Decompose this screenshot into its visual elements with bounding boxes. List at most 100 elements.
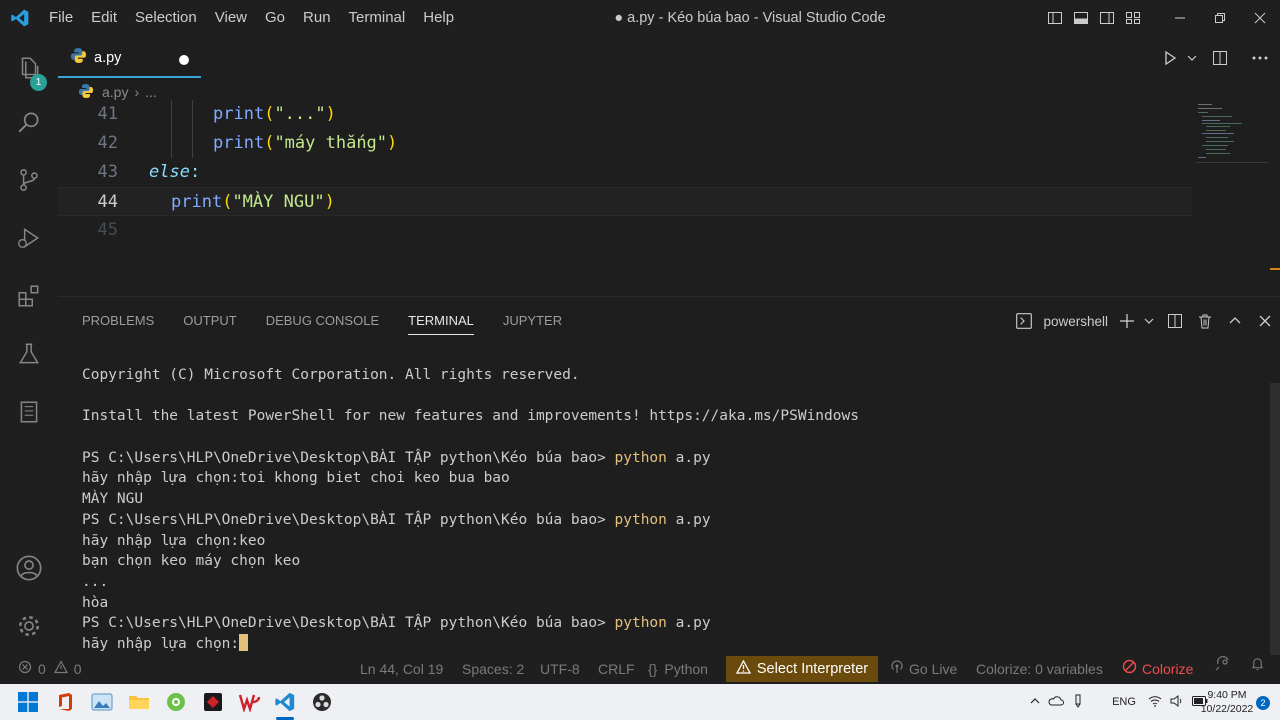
volume-icon[interactable] — [1166, 694, 1188, 710]
menu-help[interactable]: Help — [414, 0, 463, 36]
toggle-panel-icon[interactable] — [1068, 0, 1094, 36]
run-options-chevron-down-icon[interactable] — [1184, 36, 1200, 80]
extensions-icon[interactable] — [0, 272, 58, 320]
green-app-icon[interactable] — [164, 690, 188, 714]
menu-go[interactable]: Go — [256, 0, 294, 36]
red-app-icon[interactable] — [201, 690, 225, 714]
settings-gear-icon[interactable] — [0, 602, 58, 650]
terminal-line: Copyright (C) Microsoft Corporation. All… — [82, 367, 580, 383]
language-indicator[interactable]: ENG — [1104, 696, 1144, 708]
terminal-shell-name[interactable]: powershell — [1043, 314, 1108, 329]
encoding[interactable]: UTF-8 — [540, 656, 580, 682]
taskbar-clock[interactable]: 9:40 PM 10/22/2022 — [1196, 688, 1258, 716]
source-control-icon[interactable] — [0, 156, 58, 204]
tab-output[interactable]: OUTPUT — [183, 309, 236, 335]
wps-office-icon[interactable] — [238, 690, 262, 714]
code-editor[interactable]: 41 print("...") 42 print("máy thắng") 43… — [58, 100, 1198, 290]
vscode-taskbar-icon[interactable] — [273, 690, 297, 714]
tab-jupyter[interactable]: JUPYTER — [503, 309, 562, 335]
cursor-position[interactable]: Ln 44, Col 19 — [360, 656, 443, 682]
colorize-variables[interactable]: Colorize: 0 variables — [976, 656, 1103, 682]
testing-flask-icon[interactable] — [0, 330, 58, 378]
terminal-scrollbar[interactable] — [1270, 383, 1280, 655]
new-terminal-plus-icon[interactable] — [1116, 307, 1138, 335]
close-window-icon[interactable] — [1240, 0, 1280, 36]
explorer-icon[interactable]: 1 — [0, 44, 58, 92]
onedrive-icon[interactable] — [1046, 695, 1066, 710]
terminal-line: MÀY NGU — [82, 491, 144, 508]
file-explorer-icon[interactable] — [127, 690, 151, 714]
terminal-line: bạn chọn keo máy chọn keo — [82, 553, 301, 570]
code-token: print — [171, 192, 223, 212]
breadcrumb-symbol[interactable]: ... — [145, 84, 157, 100]
unsaved-dot-icon[interactable] — [179, 55, 189, 65]
notebook-icon[interactable] — [0, 388, 58, 436]
tab-debug-console[interactable]: DEBUG CONSOLE — [266, 309, 379, 335]
terminal-dropdown-chevron-down-icon[interactable] — [1138, 307, 1160, 335]
select-interpreter-button[interactable]: Select Interpreter — [726, 656, 878, 682]
error-count: 0 — [38, 661, 46, 677]
office-icon[interactable] — [53, 690, 77, 714]
obs-icon[interactable] — [310, 690, 334, 714]
tab-label: a.py — [94, 50, 122, 66]
terminal-arg: a.py — [666, 615, 711, 632]
pen-icon[interactable] — [1066, 694, 1090, 711]
clock-time: 9:40 PM — [1207, 689, 1247, 701]
breadcrumb-file[interactable]: a.py — [102, 84, 128, 100]
terminal-shell-icon[interactable] — [1009, 307, 1039, 335]
code-token: "..." — [274, 104, 326, 124]
tab-problems[interactable]: PROBLEMS — [82, 309, 154, 335]
menu-terminal[interactable]: Terminal — [340, 0, 415, 36]
photos-icon[interactable] — [90, 690, 114, 714]
breadcrumb: a.py › ... — [78, 82, 157, 102]
terminal-cursor — [239, 633, 249, 651]
windows-start-icon[interactable] — [16, 690, 40, 714]
code-token: ) — [325, 104, 336, 124]
tab-terminal[interactable]: TERMINAL — [408, 309, 474, 335]
feedback-icon[interactable] — [1214, 656, 1230, 672]
customize-layout-icon[interactable] — [1120, 0, 1146, 36]
select-interpreter-label: Select Interpreter — [756, 661, 869, 677]
language-mode[interactable]: {} Python — [648, 656, 708, 682]
split-terminal-icon[interactable] — [1160, 307, 1190, 335]
go-live-button[interactable]: Go Live — [890, 656, 957, 682]
run-python-file-icon[interactable] — [1156, 36, 1184, 80]
error-icon — [18, 656, 32, 682]
menu-view[interactable]: View — [206, 0, 256, 36]
maximize-panel-chevron-up-icon[interactable] — [1220, 307, 1250, 335]
notification-count-badge[interactable]: 2 — [1256, 696, 1270, 710]
menu-file[interactable]: File — [40, 0, 82, 36]
terminal-prompt: PS C:\Users\HLP\OneDrive\Desktop\BÀI TẬP… — [82, 615, 615, 632]
end-of-line[interactable]: CRLF — [598, 656, 635, 682]
colorize-button[interactable]: Colorize — [1122, 656, 1193, 682]
notifications-bell-icon[interactable] — [1250, 656, 1265, 671]
minimize-icon[interactable] — [1160, 0, 1200, 36]
code-token: ( — [222, 192, 233, 212]
menu-run[interactable]: Run — [294, 0, 340, 36]
accounts-icon[interactable] — [0, 544, 58, 592]
toggle-primary-sidebar-icon[interactable] — [1042, 0, 1068, 36]
kill-terminal-trash-icon[interactable] — [1190, 307, 1220, 335]
activity-bar: 1 — [0, 36, 58, 656]
toggle-secondary-sidebar-icon[interactable] — [1094, 0, 1120, 36]
terminal-command: python — [614, 449, 667, 466]
restore-icon[interactable] — [1200, 0, 1240, 36]
terminal-output[interactable]: Copyright (C) Microsoft Corporation. All… — [82, 365, 859, 655]
warning-count: 0 — [73, 661, 82, 677]
indentation[interactable]: Spaces: 2 — [462, 656, 524, 682]
minimap[interactable] — [1196, 102, 1268, 164]
wifi-icon[interactable] — [1144, 695, 1166, 710]
search-icon[interactable] — [0, 98, 58, 146]
problems-status[interactable]: 0 0 — [18, 656, 82, 682]
tab-a-py[interactable]: a.py — [58, 40, 201, 78]
terminal-arg: a.py — [666, 449, 711, 466]
menu-selection[interactable]: Selection — [126, 0, 206, 36]
split-editor-icon[interactable] — [1200, 36, 1240, 80]
menu-edit[interactable]: Edit — [82, 0, 126, 36]
close-panel-icon[interactable] — [1250, 307, 1280, 335]
tray-chevron-up-icon[interactable] — [1024, 696, 1046, 709]
scrollbar-marker — [1270, 268, 1280, 270]
run-debug-icon[interactable] — [0, 214, 58, 262]
more-actions-icon[interactable] — [1240, 36, 1280, 80]
